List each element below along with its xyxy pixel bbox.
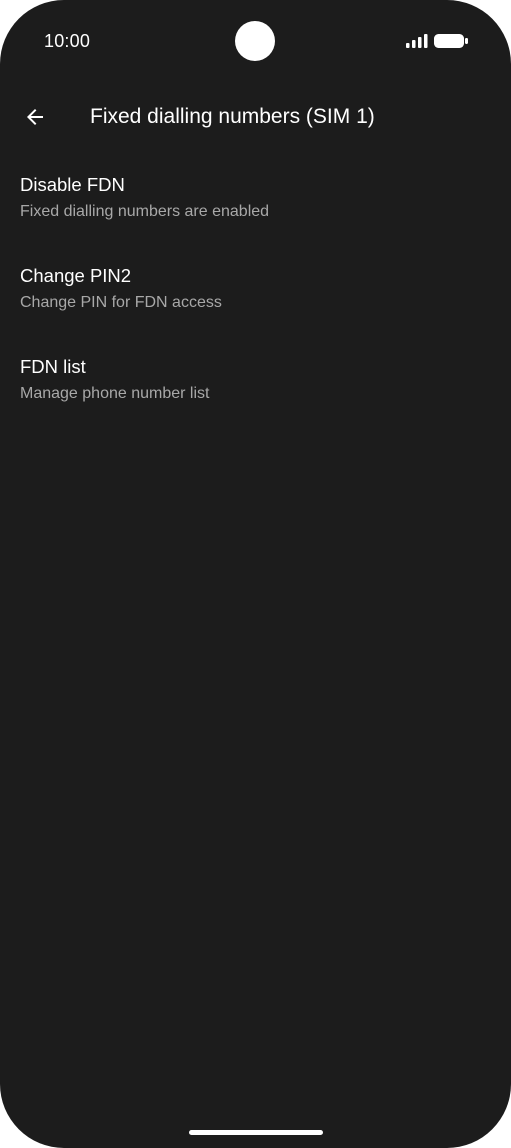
home-indicator[interactable] xyxy=(189,1130,323,1135)
signal-bars-icon xyxy=(406,34,428,48)
battery-full-icon xyxy=(434,34,468,48)
pref-summary: Manage phone number list xyxy=(20,385,210,402)
pref-title: Change PIN2 xyxy=(20,265,132,286)
preference-list: Disable FDN Fixed dialling numbers are e… xyxy=(0,160,511,433)
status-time: 10:00 xyxy=(44,31,91,51)
pref-title: FDN list xyxy=(20,356,86,377)
pref-title: Disable FDN xyxy=(20,174,125,195)
page-title: Fixed dialling numbers (SIM 1) xyxy=(90,105,375,128)
arrow-back-icon xyxy=(27,109,43,125)
pref-fdn-list[interactable]: FDN list Manage phone number list xyxy=(0,342,511,433)
app-bar: Fixed dialling numbers (SIM 1) xyxy=(0,84,511,152)
pref-summary: Change PIN for FDN access xyxy=(20,294,222,311)
pref-disable-fdn[interactable]: Disable FDN Fixed dialling numbers are e… xyxy=(0,160,511,251)
phone-screen: 10:00 Fixed dialling numbers (SIM 1) Dis… xyxy=(0,0,511,1148)
back-button[interactable] xyxy=(14,96,56,138)
pref-summary: Fixed dialling numbers are enabled xyxy=(20,203,270,220)
pref-change-pin2[interactable]: Change PIN2 Change PIN for FDN access xyxy=(0,251,511,342)
front-camera xyxy=(235,21,275,61)
status-bar: 10:00 xyxy=(0,0,511,84)
